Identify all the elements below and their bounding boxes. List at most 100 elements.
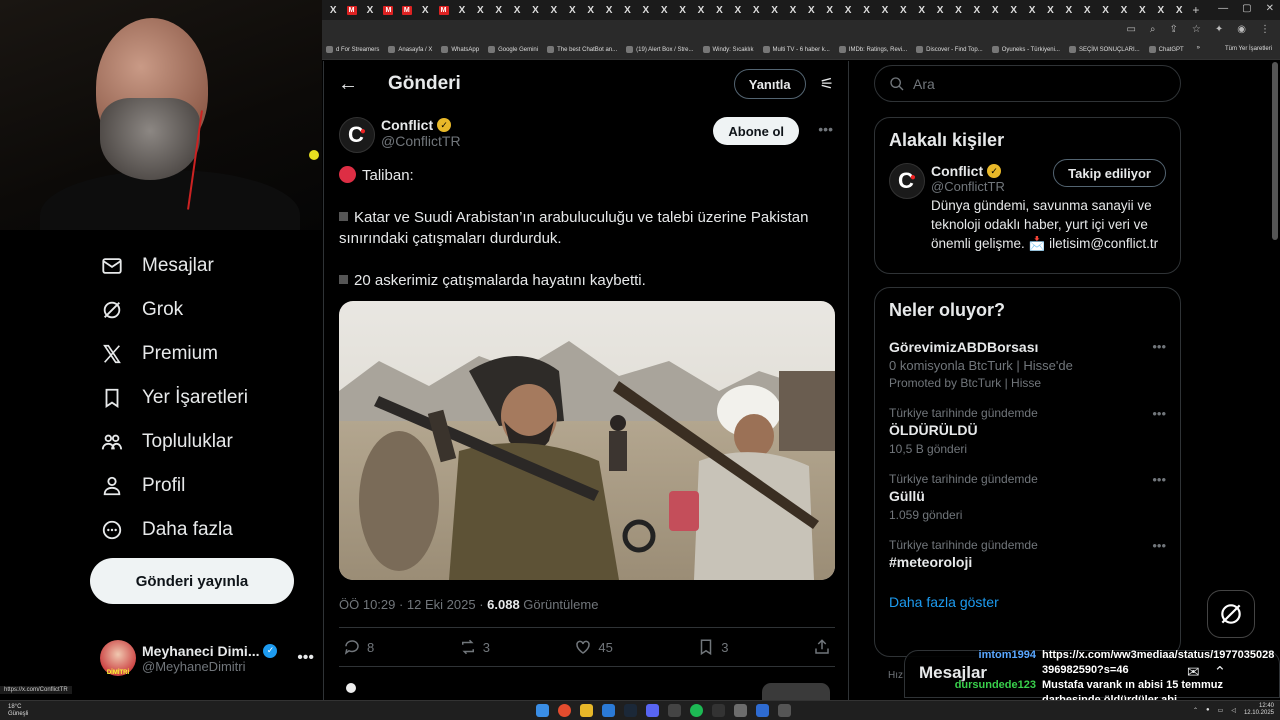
reply-action[interactable]: 8 <box>343 638 374 656</box>
menu-icon[interactable]: ⋮ <box>1260 24 1270 35</box>
app-icon[interactable] <box>756 704 769 717</box>
browser-tab[interactable]: X <box>876 0 894 20</box>
browser-tab[interactable]: X <box>508 0 526 20</box>
browser-tab[interactable]: X <box>1096 0 1114 20</box>
browser-tab[interactable]: X <box>710 0 728 20</box>
chrome-icon[interactable] <box>558 704 571 717</box>
maximize-icon[interactable]: ▢ <box>1242 3 1251 14</box>
browser-tab[interactable]: X <box>894 0 912 20</box>
browser-tab[interactable]: X <box>1078 0 1096 20</box>
browser-tab[interactable]: X <box>1170 0 1188 20</box>
nav-item-more[interactable]: Daha fazla <box>90 508 320 552</box>
browser-tab[interactable]: X <box>1115 0 1133 20</box>
browser-tab[interactable]: X <box>1152 0 1170 20</box>
folder-icon[interactable] <box>580 704 593 717</box>
trend-item[interactable]: Türkiye tarihinde gündemde Güllü 1.059 g… <box>875 472 1180 522</box>
trend-more-icon[interactable]: ••• <box>1152 538 1166 553</box>
app-icon[interactable] <box>668 704 681 717</box>
share-action[interactable] <box>813 638 831 656</box>
nav-item-profile[interactable]: Profil <box>90 464 320 508</box>
browser-tab[interactable]: M <box>398 0 416 20</box>
author-avatar[interactable]: C ● <box>339 117 375 153</box>
browser-tab[interactable]: X <box>453 0 471 20</box>
browser-tab[interactable]: X <box>416 0 434 20</box>
extensions-icon[interactable]: ✦ <box>1215 24 1223 35</box>
discord-icon[interactable] <box>646 704 659 717</box>
bookmark-item[interactable]: WhatsApp <box>441 46 479 53</box>
post-button[interactable]: Gönderi yayınla <box>90 558 294 604</box>
show-more-link[interactable]: Daha fazla göster <box>875 594 1180 610</box>
browser-tab[interactable]: M <box>434 0 452 20</box>
bookmark-action[interactable]: 3 <box>697 638 729 656</box>
bookmark-item[interactable]: The best ChatBot an... <box>547 46 617 53</box>
nav-item-premium[interactable]: Premium <box>90 332 320 376</box>
related-avatar[interactable]: C ● <box>889 163 925 199</box>
post-more-icon[interactable]: ••• <box>818 121 833 137</box>
bookmark-item[interactable]: Windy: Sıcaklık <box>702 46 754 53</box>
browser-tab[interactable]: X <box>600 0 618 20</box>
bookmark-item[interactable]: SEÇİM SONUÇLARI... <box>1068 46 1140 53</box>
search-box[interactable]: Ara <box>874 65 1181 102</box>
bookmark-item[interactable]: d For Streamers <box>326 46 379 53</box>
like-action[interactable]: 45 <box>574 638 613 656</box>
browser-tab[interactable]: X <box>581 0 599 20</box>
following-button[interactable]: Takip ediliyor <box>1053 159 1166 187</box>
author-handle[interactable]: @ConflictTR <box>381 133 461 149</box>
bookmarks-overflow[interactable]: » <box>1197 45 1200 51</box>
browser-tab[interactable]: X <box>765 0 783 20</box>
new-tab-button[interactable]: + <box>1192 3 1199 17</box>
grok-floating-button[interactable] <box>1207 590 1255 638</box>
clock[interactable]: 12:40 12.10.2025 <box>1244 703 1274 717</box>
browser-tab[interactable]: X <box>637 0 655 20</box>
browser-tab[interactable]: X <box>1023 0 1041 20</box>
browser-tab[interactable]: X <box>545 0 563 20</box>
browser-tab[interactable]: X <box>839 0 857 20</box>
browser-tab[interactable]: X <box>1060 0 1078 20</box>
app-icon[interactable] <box>602 704 615 717</box>
steam-icon[interactable] <box>624 704 637 717</box>
app-icon[interactable] <box>712 704 725 717</box>
trend-more-icon[interactable]: ••• <box>1152 472 1166 487</box>
account-more-icon[interactable]: ••• <box>297 649 314 667</box>
related-user[interactable]: C ● Conflict ✓ @ConflictTR Dünya gündemi, … <box>875 159 1180 253</box>
post-image[interactable] <box>339 301 835 580</box>
browser-tab[interactable]: X <box>471 0 489 20</box>
nav-item-bookmarks[interactable]: Yer İşaretleri <box>90 376 320 420</box>
back-arrow-icon[interactable]: ← <box>338 73 378 96</box>
filter-sliders-icon[interactable]: ⚟ <box>820 74 834 94</box>
nav-item-grok[interactable]: Grok <box>90 288 320 332</box>
subscribe-button[interactable]: Abone ol <box>713 117 799 145</box>
browser-tab[interactable]: X <box>949 0 967 20</box>
trend-item[interactable]: Türkiye tarihinde gündemde #meteoroloji … <box>875 538 1180 570</box>
browser-tab[interactable]: X <box>324 0 342 20</box>
bookmark-item[interactable]: ChatGPT <box>1148 46 1184 53</box>
close-window-icon[interactable]: ✕ <box>1266 3 1274 14</box>
browser-tab[interactable]: X <box>857 0 875 20</box>
bookmark-item[interactable]: Discover - Find Top... <box>916 46 983 53</box>
related-name[interactable]: Conflict <box>931 163 983 179</box>
browser-tab[interactable]: M <box>379 0 397 20</box>
reply-button[interactable]: Yanıtla <box>733 69 806 99</box>
weather-widget[interactable]: 18°C Güneşli <box>8 704 28 718</box>
all-bookmarks[interactable]: Tüm Yer İşaretleri <box>1225 46 1272 52</box>
browser-tab[interactable]: X <box>361 0 379 20</box>
browser-tab[interactable]: X <box>821 0 839 20</box>
browser-tab[interactable]: X <box>1004 0 1022 20</box>
browser-tab[interactable]: X <box>1133 0 1151 20</box>
browser-tab[interactable]: X <box>931 0 949 20</box>
spotify-icon[interactable] <box>690 704 703 717</box>
trend-more-icon[interactable]: ••• <box>1152 339 1166 354</box>
trend-more-icon[interactable]: ••• <box>1152 406 1166 421</box>
browser-tab[interactable]: X <box>784 0 802 20</box>
browser-tab[interactable]: X <box>673 0 691 20</box>
bookmark-item[interactable]: (19) Alert Box / Stre... <box>626 46 694 53</box>
nav-item-communities[interactable]: Topluluklar <box>90 420 320 464</box>
repost-action[interactable]: 3 <box>459 638 490 656</box>
bookmark-item[interactable]: Google Gemini <box>488 46 538 53</box>
browser-tab[interactable]: X <box>986 0 1004 20</box>
minimize-icon[interactable]: — <box>1218 3 1228 14</box>
post-timestamp[interactable]: ÖÖ 10:29 · 12 Eki 2025 · <box>339 597 487 612</box>
browser-tab[interactable]: X <box>692 0 710 20</box>
browser-tab[interactable]: X <box>1041 0 1059 20</box>
bookmark-item[interactable]: Anasayfa / X <box>388 46 432 53</box>
